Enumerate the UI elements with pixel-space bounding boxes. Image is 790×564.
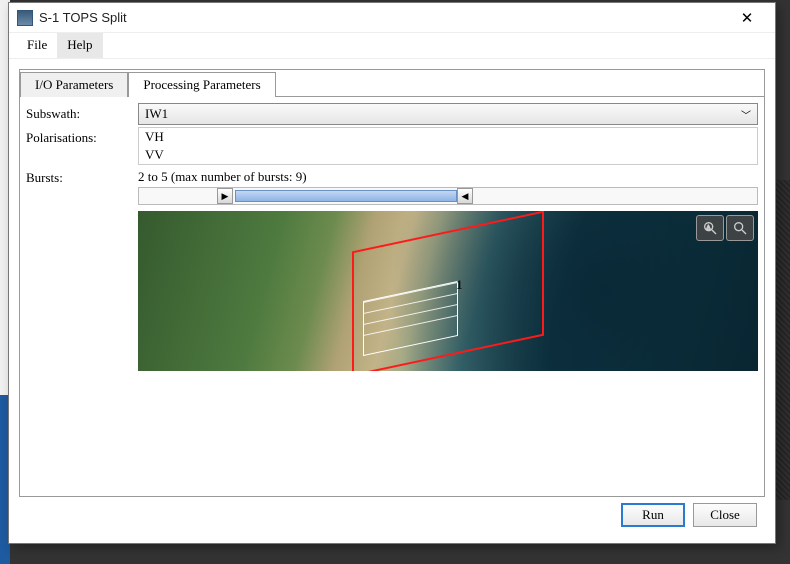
bursts-text: 2 to 5 (max number of bursts: 9) [138, 169, 758, 185]
bursts-slider-range[interactable] [235, 190, 457, 202]
swath-number-label: 1 [456, 277, 463, 293]
processing-panel: Subswath: IW1 ﹀ Polarisations: VH VV Bur… [20, 96, 764, 496]
tab-io-parameters[interactable]: I/O Parameters [20, 72, 128, 97]
polarisations-label: Polarisations: [26, 127, 138, 149]
run-button[interactable]: Run [621, 503, 685, 527]
subswath-value: IW1 [145, 106, 168, 122]
tabs-container: I/O Parameters Processing Parameters Sub… [19, 69, 765, 497]
subswath-select[interactable]: IW1 ﹀ [138, 103, 758, 125]
polarisation-item[interactable]: VV [139, 146, 757, 164]
window-title: S-1 TOPS Split [39, 10, 727, 25]
close-button[interactable]: Close [693, 503, 757, 527]
slider-arrow-left-icon[interactable]: ▶ [217, 188, 233, 204]
menubar: File Help [9, 33, 775, 59]
map-preview: 1 A [138, 211, 758, 371]
bursts-value-row: 2 to 5 (max number of bursts: 9) ▶ ◀ [138, 167, 758, 207]
slider-arrow-right-icon[interactable]: ◀ [457, 188, 473, 204]
tab-processing-parameters[interactable]: Processing Parameters [128, 72, 275, 97]
close-icon[interactable]: ✕ [727, 9, 767, 27]
tabstrip: I/O Parameters Processing Parameters [20, 70, 764, 96]
app-icon [17, 10, 33, 26]
s1-tops-split-window: S-1 TOPS Split ✕ File Help I/O Parameter… [8, 2, 776, 544]
content-area: I/O Parameters Processing Parameters Sub… [9, 59, 775, 543]
titlebar: S-1 TOPS Split ✕ [9, 3, 775, 33]
map-toolbar: A [696, 215, 754, 241]
svg-text:A: A [706, 224, 711, 231]
subswath-label: Subswath: [26, 103, 138, 125]
bursts-label: Bursts: [26, 167, 138, 189]
zoom-icon[interactable] [726, 215, 754, 241]
bursts-slider[interactable]: ▶ ◀ [138, 187, 758, 205]
zoom-fit-icon[interactable]: A [696, 215, 724, 241]
menu-file[interactable]: File [17, 33, 57, 58]
chevron-down-icon: ﹀ [741, 107, 751, 122]
dialog-footer: Run Close [19, 497, 765, 533]
polarisations-list[interactable]: VH VV [138, 127, 758, 165]
polarisation-item[interactable]: VH [139, 128, 757, 146]
menu-help[interactable]: Help [57, 33, 102, 58]
